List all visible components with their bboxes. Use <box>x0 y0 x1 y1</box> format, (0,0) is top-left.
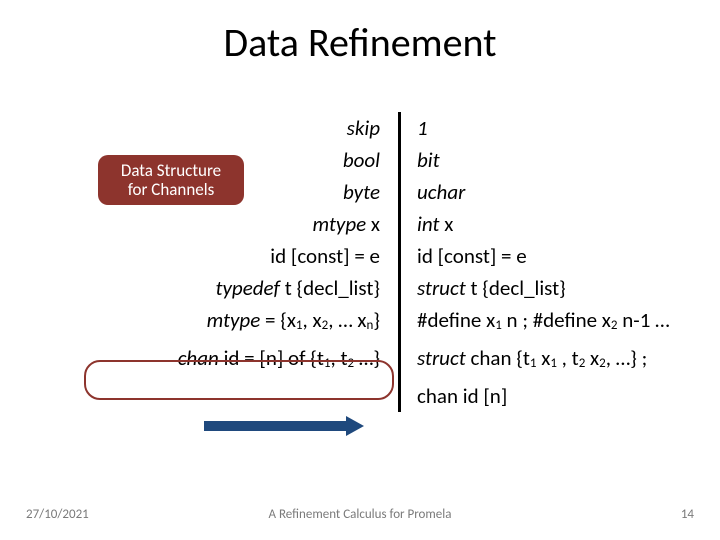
right-line: uchar <box>417 176 700 208</box>
arrow-right-icon <box>204 416 364 436</box>
page-number: 14 <box>681 507 694 522</box>
right-line: #define x1 n ; #define x2 n-1 … <box>417 304 700 342</box>
left-line: skip <box>70 112 380 144</box>
left-line: mtype x <box>70 208 380 240</box>
left-line: bool <box>70 144 380 176</box>
slide-title: Data Refinement <box>0 18 720 67</box>
right-line: struct chan {t1 x1 , t2 x2, …} ; <box>417 342 700 380</box>
right-line: 1 <box>417 112 700 144</box>
right-line: chan id [n] <box>417 380 700 412</box>
right-line: bit <box>417 144 700 176</box>
arrow-shaft <box>204 421 346 431</box>
footer-title: A Refinement Calculus for Promela <box>0 507 720 522</box>
right-column: 1 bit uchar int x id [const] = e struct … <box>401 112 700 412</box>
left-line: byte <box>70 176 380 208</box>
left-line: id [const] = e <box>70 240 380 272</box>
arrow-head <box>346 416 364 436</box>
left-line: mtype = {x1, x2, … xn} <box>70 304 380 342</box>
highlight-ring <box>84 360 394 400</box>
right-line: id [const] = e <box>417 240 700 272</box>
right-line: int x <box>417 208 700 240</box>
left-line: typedef t {decl_list} <box>70 272 380 304</box>
right-line: struct t {decl_list} <box>417 272 700 304</box>
slide: Data Refinement Data Structure for Chann… <box>0 0 720 540</box>
